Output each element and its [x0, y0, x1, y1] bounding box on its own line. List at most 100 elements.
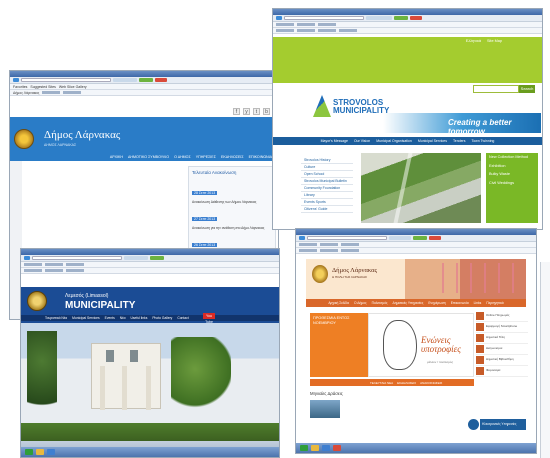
quick-link[interactable]: Φορολογία	[476, 366, 528, 377]
site-logo-text[interactable]: STROVOLOS MUNICIPALITY	[333, 99, 389, 115]
search-button[interactable]: Search	[519, 85, 535, 93]
side-menu-item[interactable]: Events Sports	[301, 199, 353, 206]
nav-item[interactable]: Municipal Services	[72, 316, 99, 320]
favorites-link[interactable]: Favorites	[13, 85, 27, 89]
search-field[interactable]	[366, 16, 392, 20]
twitter-icon[interactable]: t	[253, 108, 260, 115]
nav-item[interactable]: Our Vision	[354, 139, 370, 143]
search-field[interactable]	[124, 256, 148, 260]
nav-item[interactable]: Επικοινωνία	[451, 301, 469, 305]
favorites-link[interactable]: Suggested Sites	[30, 85, 56, 89]
quick-link[interactable]: Online Πληρωμές	[476, 311, 528, 322]
side-menu-item[interactable]: Community Foundation	[301, 185, 353, 192]
side-menu-item[interactable]: Library	[301, 192, 353, 199]
browser-tab[interactable]	[63, 91, 82, 94]
favorites-link[interactable]	[24, 263, 42, 266]
browser-tab[interactable]	[299, 249, 317, 252]
address-bar[interactable]	[307, 236, 387, 240]
promo-item[interactable]: Bulky Waste	[486, 170, 538, 179]
side-menu-item[interactable]: Culture	[301, 164, 353, 171]
tab-announcements[interactable]: ΑΝΑΚΟΙΝΩΣΕΙΣ	[420, 381, 442, 385]
sitemap-link[interactable]: Site Map	[487, 39, 502, 43]
taskbar-app-icon[interactable]	[36, 449, 44, 455]
nav-item[interactable]: Νέα	[120, 316, 126, 320]
municipality-seal-icon[interactable]	[27, 291, 47, 311]
nav-item[interactable]: Links	[474, 301, 482, 305]
tab-latest-news[interactable]: ΤΕΛΕΥΤΑΙΑ ΝΕΑ	[370, 381, 393, 385]
browser-tab[interactable]: Δήμος Λάρνακας	[13, 91, 39, 95]
address-bar[interactable]	[21, 78, 111, 82]
nav-item[interactable]: Αρχική Σελίδα	[328, 301, 349, 305]
toolbar-button[interactable]	[155, 78, 167, 82]
language-link[interactable]: Ελληνικά	[466, 39, 481, 43]
youtube-icon[interactable]: y	[243, 108, 250, 115]
toolbar-button[interactable]	[413, 236, 427, 240]
taskbar-app-icon[interactable]	[333, 445, 341, 451]
facebook-icon[interactable]: f	[233, 108, 240, 115]
side-menu-item[interactable]: Citizens' Guide	[301, 206, 353, 213]
favorites-link[interactable]	[341, 243, 359, 246]
nav-item[interactable]: Ο ΔΗΜΟΣ	[174, 155, 191, 159]
promo-item[interactable]: New Collection Method	[486, 153, 538, 162]
browser-tab[interactable]	[318, 29, 336, 32]
news-thumbnail[interactable]	[310, 400, 340, 418]
nav-item[interactable]: Περιηγητικά	[486, 301, 503, 305]
tab-events[interactable]: ΕΚΔΗΛΩΣΕΙΣ	[397, 381, 416, 385]
youtube-icon[interactable]: You Tube	[203, 313, 215, 324]
promo-item[interactable]: Exhibition	[486, 162, 538, 171]
taskbar-app-icon[interactable]	[322, 445, 330, 451]
quick-link[interactable]: Εφαρμογή Smartphone	[476, 322, 528, 333]
browser-tab[interactable]	[45, 269, 63, 272]
municipality-seal-icon[interactable]	[312, 265, 328, 283]
nav-item[interactable]: Tenders	[453, 139, 465, 143]
back-button[interactable]	[276, 16, 282, 20]
side-menu-item[interactable]: Strovolos History	[301, 157, 353, 164]
browser-tab[interactable]	[341, 249, 359, 252]
nav-item[interactable]: ΑΡΧΙΚΗ	[110, 155, 123, 159]
quick-link[interactable]: Δημοτική Βιβλιοθήκη	[476, 355, 528, 366]
nav-item[interactable]: Δημοτικές Υπηρεσίες	[393, 301, 424, 305]
taskbar-app-icon[interactable]	[47, 449, 55, 455]
favorites-link[interactable]	[45, 263, 63, 266]
site-title[interactable]: MUNICIPALITY	[65, 300, 135, 311]
taskbar-app-icon[interactable]	[311, 445, 319, 451]
address-bar[interactable]	[32, 256, 122, 260]
favorites-link[interactable]	[299, 243, 317, 246]
nav-item[interactable]: ΥΠΗΡΕΣΙΕΣ	[196, 155, 216, 159]
favorites-link[interactable]	[320, 243, 338, 246]
address-bar[interactable]	[284, 16, 364, 20]
news-text[interactable]: Ανακοίνωση Διάθεσης των Δήμου Λάρνακας	[192, 200, 272, 204]
browser-tab[interactable]	[66, 269, 84, 272]
favorites-link[interactable]	[318, 23, 336, 26]
browser-tab[interactable]	[339, 29, 357, 32]
start-button[interactable]	[300, 445, 308, 451]
browser-tab[interactable]	[320, 249, 338, 252]
back-button[interactable]	[24, 256, 30, 260]
browser-tab[interactable]	[297, 29, 315, 32]
search-field[interactable]	[113, 78, 137, 82]
nav-item[interactable]: Τουριστικά Νέα	[45, 316, 67, 320]
blog-icon[interactable]: b	[263, 108, 270, 115]
nav-item[interactable]: Πολιτισμός	[372, 301, 388, 305]
nav-item[interactable]: ΔΗΜΟΤΙΚΟ ΣΥΜΒΟΥΛΙΟ	[128, 155, 169, 159]
search-input[interactable]	[473, 85, 519, 93]
nav-item[interactable]: ΕΚΔΗΛΩΣΕΙΣ	[221, 155, 244, 159]
news-item[interactable]: 28 Σεπτ 2013 Ανακοίνωση Διάθεσης των Δήμ…	[192, 181, 272, 204]
municipality-seal-icon[interactable]	[14, 129, 34, 149]
toolbar-button[interactable]	[150, 256, 164, 260]
nav-item[interactable]: Ο Δήμος	[354, 301, 367, 305]
back-button[interactable]	[299, 236, 305, 240]
favorites-link[interactable]	[66, 263, 84, 266]
strovolos-logo-icon[interactable]	[313, 95, 331, 117]
favorites-link[interactable]	[297, 23, 315, 26]
news-text[interactable]: Ανακοίνωση για την ανάθεση στο Δήμο Λάρν…	[192, 226, 272, 230]
quick-link[interactable]: Δημοτικά Τέλη	[476, 333, 528, 344]
nav-item[interactable]: Town Twinning	[471, 139, 494, 143]
announcement-box[interactable]: ΠΡΟΘΕΣΜΙΑ ΕΝΤΟΣ ΝΟΕΜΒΡΙΟΥ	[310, 313, 368, 377]
nav-item[interactable]: Useful links	[131, 316, 148, 320]
search-field[interactable]	[389, 236, 411, 240]
nav-item[interactable]: Municipal Organisation	[376, 139, 412, 143]
side-menu-item[interactable]: Strovolos Municipal Bulletin	[301, 178, 353, 185]
news-item[interactable]: 27 Σεπτ 2013 Ανακοίνωση για την ανάθεση …	[192, 207, 272, 230]
nav-item[interactable]: Photo Gallery	[152, 316, 172, 320]
